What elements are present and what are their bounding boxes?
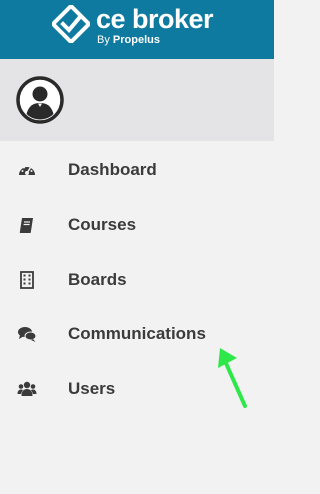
tachometer-icon xyxy=(19,166,35,175)
user-avatar-icon[interactable] xyxy=(16,76,64,124)
comments-icon xyxy=(18,327,37,342)
sidebar-item-label: Users xyxy=(68,379,116,398)
sidebar-item-label: Communications xyxy=(68,324,206,343)
byline-prefix: By xyxy=(97,34,110,46)
profile-section xyxy=(0,59,274,141)
byline-company: Propelus xyxy=(112,34,160,46)
sidebar-item-label: Dashboard xyxy=(68,160,157,179)
annotation-arrow xyxy=(218,348,247,408)
sidebar-item-label: Courses xyxy=(68,215,137,234)
brand-name[interactable]: ce broker xyxy=(96,3,214,35)
sidebar-item-boards[interactable]: Boards xyxy=(0,258,274,302)
brand-byline: By Propelus xyxy=(97,34,160,47)
sidebar-item-dashboard[interactable]: Dashboard xyxy=(0,148,274,192)
book-icon xyxy=(19,218,33,233)
building-icon xyxy=(20,271,34,289)
app-header: ce broker By Propelus xyxy=(0,0,274,59)
ce-broker-logo-icon[interactable] xyxy=(52,5,90,43)
sidebar-item-courses[interactable]: Courses xyxy=(0,203,274,247)
sidebar-item-label: Boards xyxy=(68,270,127,289)
users-icon xyxy=(17,381,37,396)
